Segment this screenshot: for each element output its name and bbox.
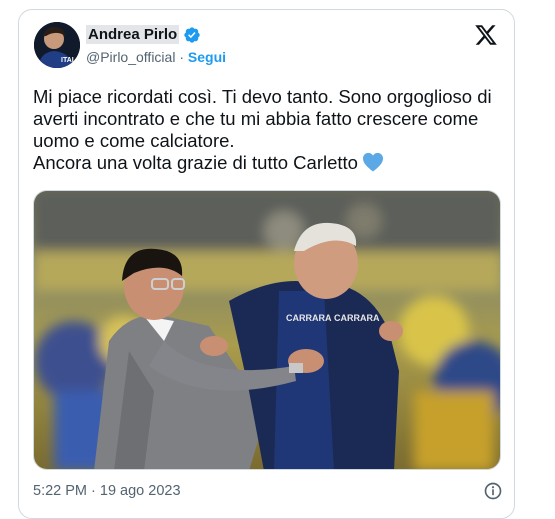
author-handle-row: @Pirlo_official · Segui	[86, 49, 226, 65]
follow-button[interactable]: Segui	[188, 49, 226, 65]
author-display-name[interactable]: Andrea Pirlo	[86, 25, 180, 44]
author-handle[interactable]: @Pirlo_official	[86, 49, 175, 65]
photo-shirt-text-2: CARRARA	[334, 313, 380, 323]
tweet-photo[interactable]: CARRARA CARRARA	[33, 190, 501, 470]
tweet-footer: 5:22 PM · 19 ago 2023	[33, 481, 503, 501]
photo-illustration: CARRARA CARRARA	[34, 191, 500, 469]
info-icon[interactable]	[483, 481, 503, 501]
avatar-jersey-text: ITAL	[61, 57, 77, 64]
tweet-line-2: Ancora una volta grazie di tutto Carlett…	[33, 152, 503, 174]
handle-separator: ·	[175, 49, 188, 65]
verified-badge-icon	[184, 26, 200, 43]
tweet-line-2-text: Ancora una volta grazie di tutto Carlett…	[33, 152, 358, 173]
tweet-text: Mi piace ricordati così. Ti devo tanto. …	[33, 86, 503, 174]
avatar[interactable]: ITAL	[34, 22, 80, 68]
avatar-image: ITAL	[34, 22, 80, 68]
tweet-card[interactable]: ITAL Andrea Pirlo @Pirlo_official · Segu…	[18, 9, 515, 519]
photo-shirt-text-1: CARRARA	[286, 313, 332, 323]
x-logo-icon[interactable]	[474, 23, 498, 47]
tweet-line-1: Mi piace ricordati così. Ti devo tanto. …	[33, 86, 492, 151]
tweet-timestamp[interactable]: 5:22 PM · 19 ago 2023	[33, 483, 181, 499]
author-name-row: Andrea Pirlo	[86, 25, 201, 44]
blue-heart-icon	[362, 152, 383, 172]
